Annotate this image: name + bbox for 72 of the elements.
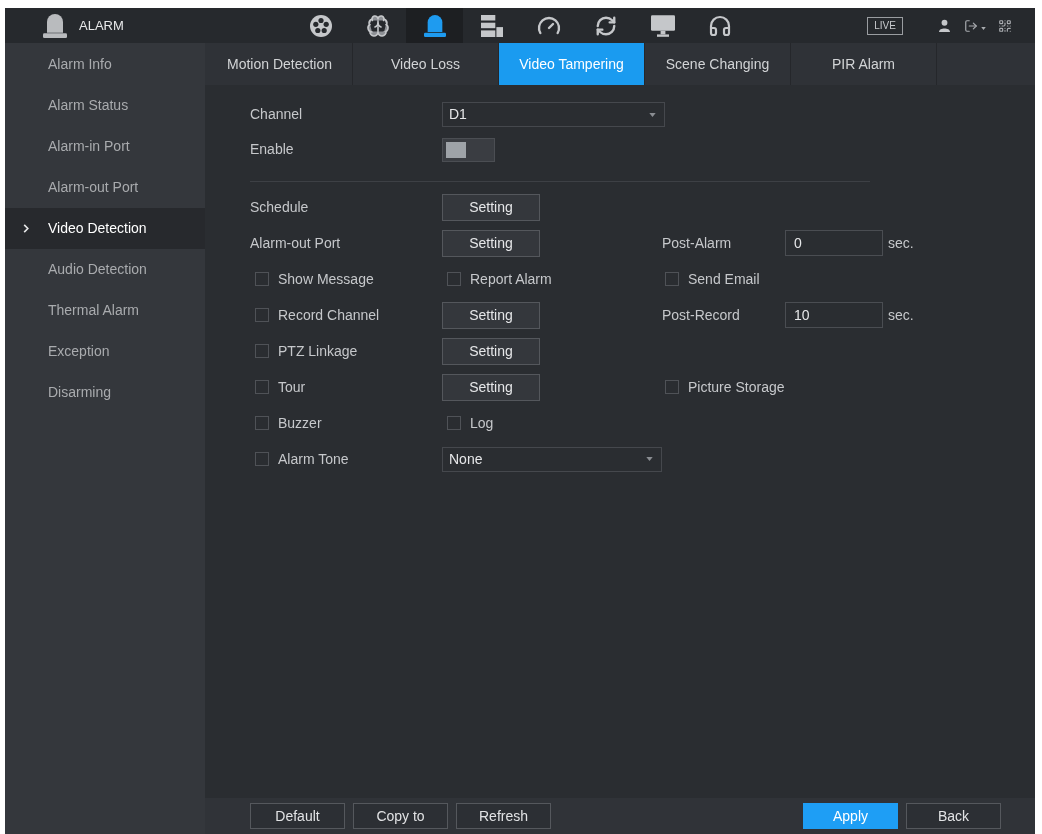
checkbox-label: Tour — [278, 377, 306, 397]
sidebar-item[interactable]: Thermal Alarm — [5, 290, 205, 331]
checkbox[interactable] — [255, 272, 269, 286]
field-label: Enable — [250, 140, 295, 159]
checkbox-label: Buzzer — [278, 413, 322, 433]
footer-button[interactable]: Refresh — [456, 803, 551, 829]
field-label: Schedule — [250, 197, 309, 217]
checkbox-label: Record Channel — [278, 305, 380, 325]
field-label: Post-Record — [662, 305, 741, 325]
footer-button[interactable]: Default — [250, 803, 345, 829]
sidebar-item[interactable]: Alarm Status — [5, 85, 205, 126]
checkbox[interactable] — [255, 380, 269, 394]
checkbox[interactable] — [255, 416, 269, 430]
field-label: Channel — [250, 105, 304, 124]
number-field[interactable]: 0 — [785, 230, 883, 256]
checkbox-label: Show Message — [278, 269, 374, 289]
unit-label: sec. — [888, 233, 914, 253]
checkbox-label: Picture Storage — [688, 377, 785, 397]
caret-down-icon[interactable] — [981, 27, 986, 30]
setting-button[interactable]: Setting — [442, 301, 540, 329]
sidebar-item[interactable]: Video Detection — [5, 208, 205, 249]
sidebar-item[interactable]: Alarm-out Port — [5, 167, 205, 208]
checkbox-label: Alarm Tone — [278, 449, 349, 469]
footer-button[interactable]: Copy to — [353, 803, 448, 829]
unit-label: sec. — [888, 305, 914, 325]
checkbox-label: Report Alarm — [470, 269, 552, 289]
caret-down-icon — [649, 112, 656, 117]
brain-icon — [365, 13, 390, 38]
field-label: Post-Alarm — [662, 233, 733, 253]
channel-dropdown[interactable]: D1 — [442, 102, 665, 127]
sidebar-item[interactable]: Disarming — [5, 372, 205, 413]
checkbox[interactable] — [255, 308, 269, 322]
caret-down-icon — [646, 457, 653, 461]
sidebar-item[interactable]: Alarm Info — [5, 44, 205, 85]
tab[interactable]: Scene Changing — [645, 43, 791, 85]
headset-icon — [707, 13, 732, 38]
checkbox[interactable] — [665, 272, 679, 286]
checkbox[interactable] — [447, 416, 461, 430]
toggle-switch[interactable] — [442, 137, 495, 162]
page-title: ALARM — [79, 16, 124, 35]
setting-button[interactable]: Setting — [442, 373, 540, 401]
setting-button[interactable]: Setting — [442, 229, 540, 257]
siren-icon — [43, 13, 67, 38]
setting-button[interactable]: Setting — [442, 337, 540, 365]
field-label: Alarm-out Port — [250, 233, 341, 253]
checkbox-label: PTZ Linkage — [278, 341, 358, 361]
checkbox[interactable] — [665, 380, 679, 394]
sync-icon — [594, 14, 617, 37]
monitor-icon — [650, 14, 675, 37]
chevron-right-icon — [23, 224, 29, 233]
server-icon — [480, 14, 503, 37]
checkbox-label: Send Email — [688, 269, 760, 289]
footer-button[interactable]: Back — [906, 803, 1001, 829]
number-field[interactable]: 10 — [785, 302, 883, 328]
film-reel-icon — [309, 14, 332, 37]
checkbox[interactable] — [447, 272, 461, 286]
sidebar-item[interactable]: Exception — [5, 331, 205, 372]
dropdown[interactable]: None — [442, 446, 662, 472]
checkbox[interactable] — [255, 344, 269, 358]
setting-button[interactable]: Setting — [442, 193, 540, 221]
sidebar-item[interactable]: Alarm-in Port — [5, 126, 205, 167]
user-icon[interactable] — [939, 19, 950, 32]
checkbox-label: Log — [470, 413, 494, 433]
checkbox[interactable] — [255, 452, 269, 466]
live-button[interactable]: LIVE — [867, 16, 903, 35]
qr-code-icon[interactable] — [998, 18, 1012, 33]
tab[interactable]: Motion Detection — [207, 43, 353, 85]
logout-icon[interactable] — [964, 18, 978, 33]
sidebar-item[interactable]: Audio Detection — [5, 249, 205, 290]
main-menu-button[interactable] — [406, 8, 463, 43]
siren-icon — [423, 14, 446, 37]
tab[interactable]: PIR Alarm — [791, 43, 937, 85]
